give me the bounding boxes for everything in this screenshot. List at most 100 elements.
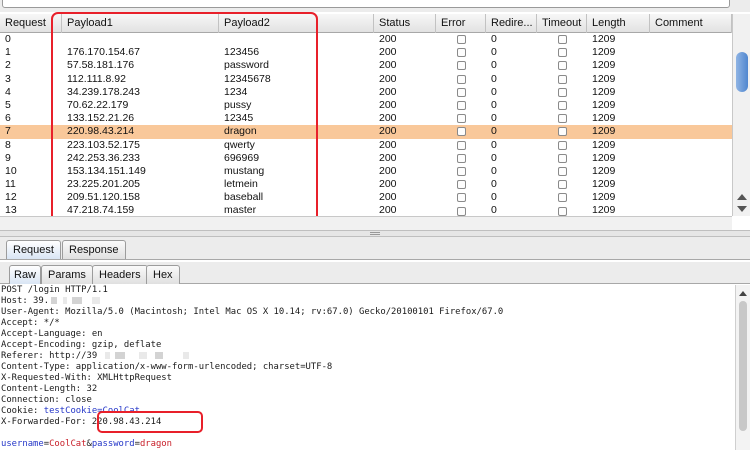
column-header-request[interactable]: Request: [0, 14, 62, 33]
pane-splitter[interactable]: [0, 230, 750, 237]
column-header-redirects[interactable]: Redire...: [486, 14, 537, 33]
timeout-checkbox[interactable]: [557, 180, 567, 190]
column-header-length[interactable]: Length: [587, 14, 650, 33]
tab-raw[interactable]: Raw: [9, 265, 42, 284]
results-vertical-scrollbar[interactable]: [732, 14, 750, 216]
results-horizontal-scrollbar[interactable]: [0, 216, 732, 230]
error-checkbox[interactable]: [456, 35, 466, 45]
error-checkbox[interactable]: [456, 48, 466, 58]
table-row[interactable]: 2 57.58.181.176 password 200 0 1209: [0, 59, 732, 72]
cell-comment: [650, 139, 732, 152]
cell-request: 2: [5, 59, 11, 72]
scroll-up-arrow-icon[interactable]: [739, 291, 747, 296]
header-cookie: Cookie: testCookie=CoolCat: [0, 406, 735, 417]
cell-status: 200: [379, 125, 397, 138]
cell-payload2: 12345: [224, 112, 254, 125]
error-checkbox[interactable]: [456, 127, 466, 137]
timeout-checkbox[interactable]: [557, 114, 567, 124]
tab-request[interactable]: Request: [6, 240, 61, 259]
cell-timeout: [537, 191, 587, 204]
table-row[interactable]: 8 223.103.52.175 qwerty 200 0 1209: [0, 139, 732, 152]
cell-request: 4: [5, 85, 11, 98]
table-row[interactable]: 7 220.98.43.214 dragon 200 0 1209: [0, 125, 732, 139]
table-row[interactable]: 9 242.253.36.233 696969 200 0 1209: [0, 152, 732, 165]
cell-error: [436, 33, 486, 46]
timeout-checkbox[interactable]: [557, 87, 567, 97]
error-checkbox[interactable]: [456, 101, 466, 111]
table-row[interactable]: 1 176.170.154.67 123456 200 0 1209: [0, 46, 732, 59]
cell-redirects: 0: [491, 164, 497, 177]
timeout-checkbox[interactable]: [557, 153, 567, 163]
editor-vertical-scrollbar[interactable]: [735, 285, 750, 450]
cell-payload2: 12345678: [224, 72, 271, 85]
error-checkbox[interactable]: [456, 206, 466, 216]
column-header-comment[interactable]: Comment: [650, 14, 732, 33]
table-row[interactable]: 5 70.62.22.179 pussy 200 0 1209: [0, 99, 732, 112]
timeout-checkbox[interactable]: [557, 48, 567, 58]
table-row[interactable]: 3 112.111.8.92 12345678 200 0 1209: [0, 73, 732, 86]
results-scroll-thumb[interactable]: [736, 52, 748, 92]
timeout-checkbox[interactable]: [557, 193, 567, 203]
error-checkbox[interactable]: [456, 87, 466, 97]
table-row[interactable]: 10 153.134.151.149 mustang 200 0 1209: [0, 165, 732, 178]
cell-error: [436, 139, 486, 152]
timeout-checkbox[interactable]: [557, 166, 567, 176]
error-checkbox[interactable]: [456, 193, 466, 203]
filter-field[interactable]: [2, 0, 730, 8]
body-value-username: CoolCat: [49, 439, 87, 449]
table-row[interactable]: 12 209.51.120.158 baseball 200 0 1209: [0, 191, 732, 204]
error-checkbox[interactable]: [456, 114, 466, 124]
cell-redirects: 0: [491, 112, 497, 125]
timeout-checkbox[interactable]: [557, 35, 567, 45]
column-header-timeout[interactable]: Timeout: [537, 14, 587, 33]
table-row[interactable]: 11 23.225.201.205 letmein 200 0 1209: [0, 178, 732, 191]
scroll-down-arrow-icon[interactable]: [737, 206, 747, 212]
redacted-block: [183, 352, 190, 359]
column-header-payload2[interactable]: Payload2: [219, 14, 374, 33]
error-checkbox[interactable]: [456, 153, 466, 163]
cell-payload2: mustang: [224, 164, 265, 177]
cell-comment: [650, 125, 732, 138]
scroll-up-arrow-icon[interactable]: [737, 194, 747, 200]
cell-error: [436, 125, 486, 138]
timeout-checkbox[interactable]: [557, 127, 567, 137]
column-header-payload1[interactable]: Payload1: [62, 14, 219, 33]
timeout-checkbox[interactable]: [557, 61, 567, 71]
cell-length: 1209: [592, 191, 616, 204]
table-row[interactable]: 6 133.152.21.26 12345 200 0 1209: [0, 112, 732, 125]
splitter-grip-icon[interactable]: [370, 232, 380, 235]
column-header-error[interactable]: Error: [436, 14, 486, 33]
error-checkbox[interactable]: [456, 180, 466, 190]
column-header-status[interactable]: Status: [374, 14, 436, 33]
cell-redirects: 0: [491, 46, 497, 59]
error-checkbox[interactable]: [456, 74, 466, 84]
cell-request: 3: [5, 72, 11, 85]
tab-headers[interactable]: Headers: [92, 265, 148, 284]
tab-response[interactable]: Response: [62, 240, 126, 259]
cell-length: 1209: [592, 33, 616, 45]
cell-payload1: 23.225.201.205: [67, 178, 140, 191]
cell-length: 1209: [592, 112, 616, 125]
error-checkbox[interactable]: [456, 166, 466, 176]
timeout-checkbox[interactable]: [557, 206, 567, 216]
header-host: Host: 39.: [0, 296, 735, 307]
cell-payload1: [62, 33, 219, 46]
xff-key: X-Forwarded-For:: [1, 417, 92, 427]
timeout-checkbox[interactable]: [557, 101, 567, 111]
editor-scroll-thumb[interactable]: [739, 301, 747, 431]
cell-error: [436, 165, 486, 178]
cell-payload2: 696969: [224, 151, 260, 164]
tab-hex[interactable]: Hex: [146, 265, 180, 284]
tab-params[interactable]: Params: [41, 265, 93, 284]
table-row[interactable]: 0 200 0 1209: [0, 33, 732, 46]
error-checkbox[interactable]: [456, 61, 466, 71]
raw-request-editor[interactable]: POST /login HTTP/1.1 Host: 39. User-Agen…: [0, 285, 735, 450]
cell-comment: [650, 33, 732, 46]
error-checkbox[interactable]: [456, 140, 466, 150]
table-row[interactable]: 4 34.239.178.243 1234 200 0 1209: [0, 86, 732, 99]
timeout-checkbox[interactable]: [557, 74, 567, 84]
cell-comment: [650, 178, 732, 191]
header-accept-language: Accept-Language: en: [1, 329, 103, 339]
timeout-checkbox[interactable]: [557, 140, 567, 150]
